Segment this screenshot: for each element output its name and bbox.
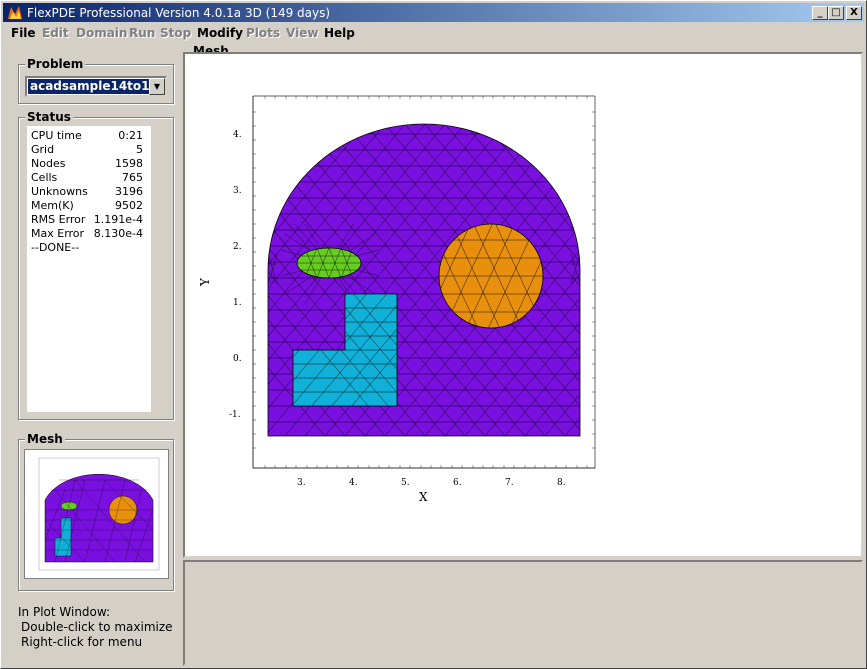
- maximize-button[interactable]: □: [828, 6, 844, 20]
- x-tick-7: 7.: [505, 478, 514, 488]
- menu-edit[interactable]: Edit: [42, 26, 69, 40]
- y-tick-2: 2.: [233, 242, 242, 252]
- mesh-thumbnail-group: Mesh: [18, 432, 174, 591]
- window-title: FlexPDE Professional Version 4.0.1a 3D (…: [27, 6, 331, 20]
- status-panel: CPU time 0:21 Grid 5 Nodes 1598 Cells 765 Un…: [27, 126, 151, 412]
- y-tick-4: 4.: [233, 130, 242, 140]
- menu-modify[interactable]: Modify: [197, 26, 243, 40]
- status-group-label: Status: [25, 110, 73, 124]
- status-done: --DONE--: [31, 241, 80, 254]
- status-row-grid: Grid 5: [31, 143, 143, 156]
- hint-line-3: Right-click for menu: [21, 635, 143, 649]
- hint-line-2: Double-click to maximize: [21, 620, 173, 634]
- y-tick-3: 3.: [233, 186, 242, 196]
- app-window: FlexPDE Professional Version 4.0.1a 3D (…: [0, 0, 867, 669]
- x-tick-3: 3.: [297, 478, 306, 488]
- status-row-cpu: CPU time 0:21: [31, 129, 143, 142]
- status-row-unknowns: Unknowns 3196: [31, 185, 143, 198]
- menu-file[interactable]: File: [11, 26, 36, 40]
- menu-run[interactable]: Run: [129, 26, 155, 40]
- problem-group-label: Problem: [25, 57, 86, 71]
- menu-domain[interactable]: Domain: [76, 26, 127, 40]
- mesh-thumbnail[interactable]: [24, 449, 169, 579]
- x-tick-4: 4.: [349, 478, 358, 488]
- mesh-plot-window[interactable]: 4. 3. 2. 1. 0. -1. 3. 4. 5. 6. 7. 8. X Y: [183, 52, 863, 558]
- x-tick-8: 8.: [557, 478, 566, 488]
- y-tick-neg1: -1.: [229, 410, 241, 420]
- menu-help[interactable]: Help: [324, 26, 355, 40]
- problem-select[interactable]: acadsample14to14 ▼: [25, 76, 167, 97]
- status-row-rms-error: RMS Error 1.191e-4: [31, 213, 143, 226]
- x-tick-6: 6.: [453, 478, 462, 488]
- status-row-max-error: Max Error 8.130e-4: [31, 227, 143, 240]
- y-tick-0: 0.: [233, 354, 242, 364]
- menu-stop[interactable]: Stop: [160, 26, 191, 40]
- status-row-nodes: Nodes 1598: [31, 157, 143, 170]
- title-bar[interactable]: FlexPDE Professional Version 4.0.1a 3D (…: [3, 3, 864, 22]
- menu-bar: File Edit Domain Run Stop Modify Plots V…: [3, 24, 864, 43]
- mesh-plot: 4. 3. 2. 1. 0. -1. 3. 4. 5. 6. 7. 8. X Y: [198, 95, 596, 504]
- mesh-thumbnail-label: Mesh: [25, 432, 65, 446]
- close-button[interactable]: X: [846, 6, 862, 20]
- problem-selected-value: acadsample14to14: [28, 79, 160, 94]
- dropdown-arrow-icon[interactable]: ▼: [149, 78, 165, 95]
- bottom-panel: [183, 560, 863, 666]
- menu-plots[interactable]: Plots: [246, 26, 280, 40]
- x-tick-5: 5.: [401, 478, 410, 488]
- hint-line-1: In Plot Window:: [18, 605, 111, 619]
- minimize-button[interactable]: _: [812, 6, 828, 20]
- x-axis-label: X: [419, 490, 428, 504]
- status-group: Status CPU time 0:21 Grid 5 Nodes 1598 Cell…: [18, 110, 174, 420]
- status-row-cells: Cells 765: [31, 171, 143, 184]
- flexpde-app-icon: [8, 6, 22, 19]
- menu-view[interactable]: View: [286, 26, 318, 40]
- status-row-mem: Mem(K) 9502: [31, 199, 143, 212]
- y-tick-1: 1.: [233, 298, 242, 308]
- y-axis-label: Y: [198, 277, 212, 287]
- problem-group: Problem acadsample14to14 ▼: [18, 57, 174, 104]
